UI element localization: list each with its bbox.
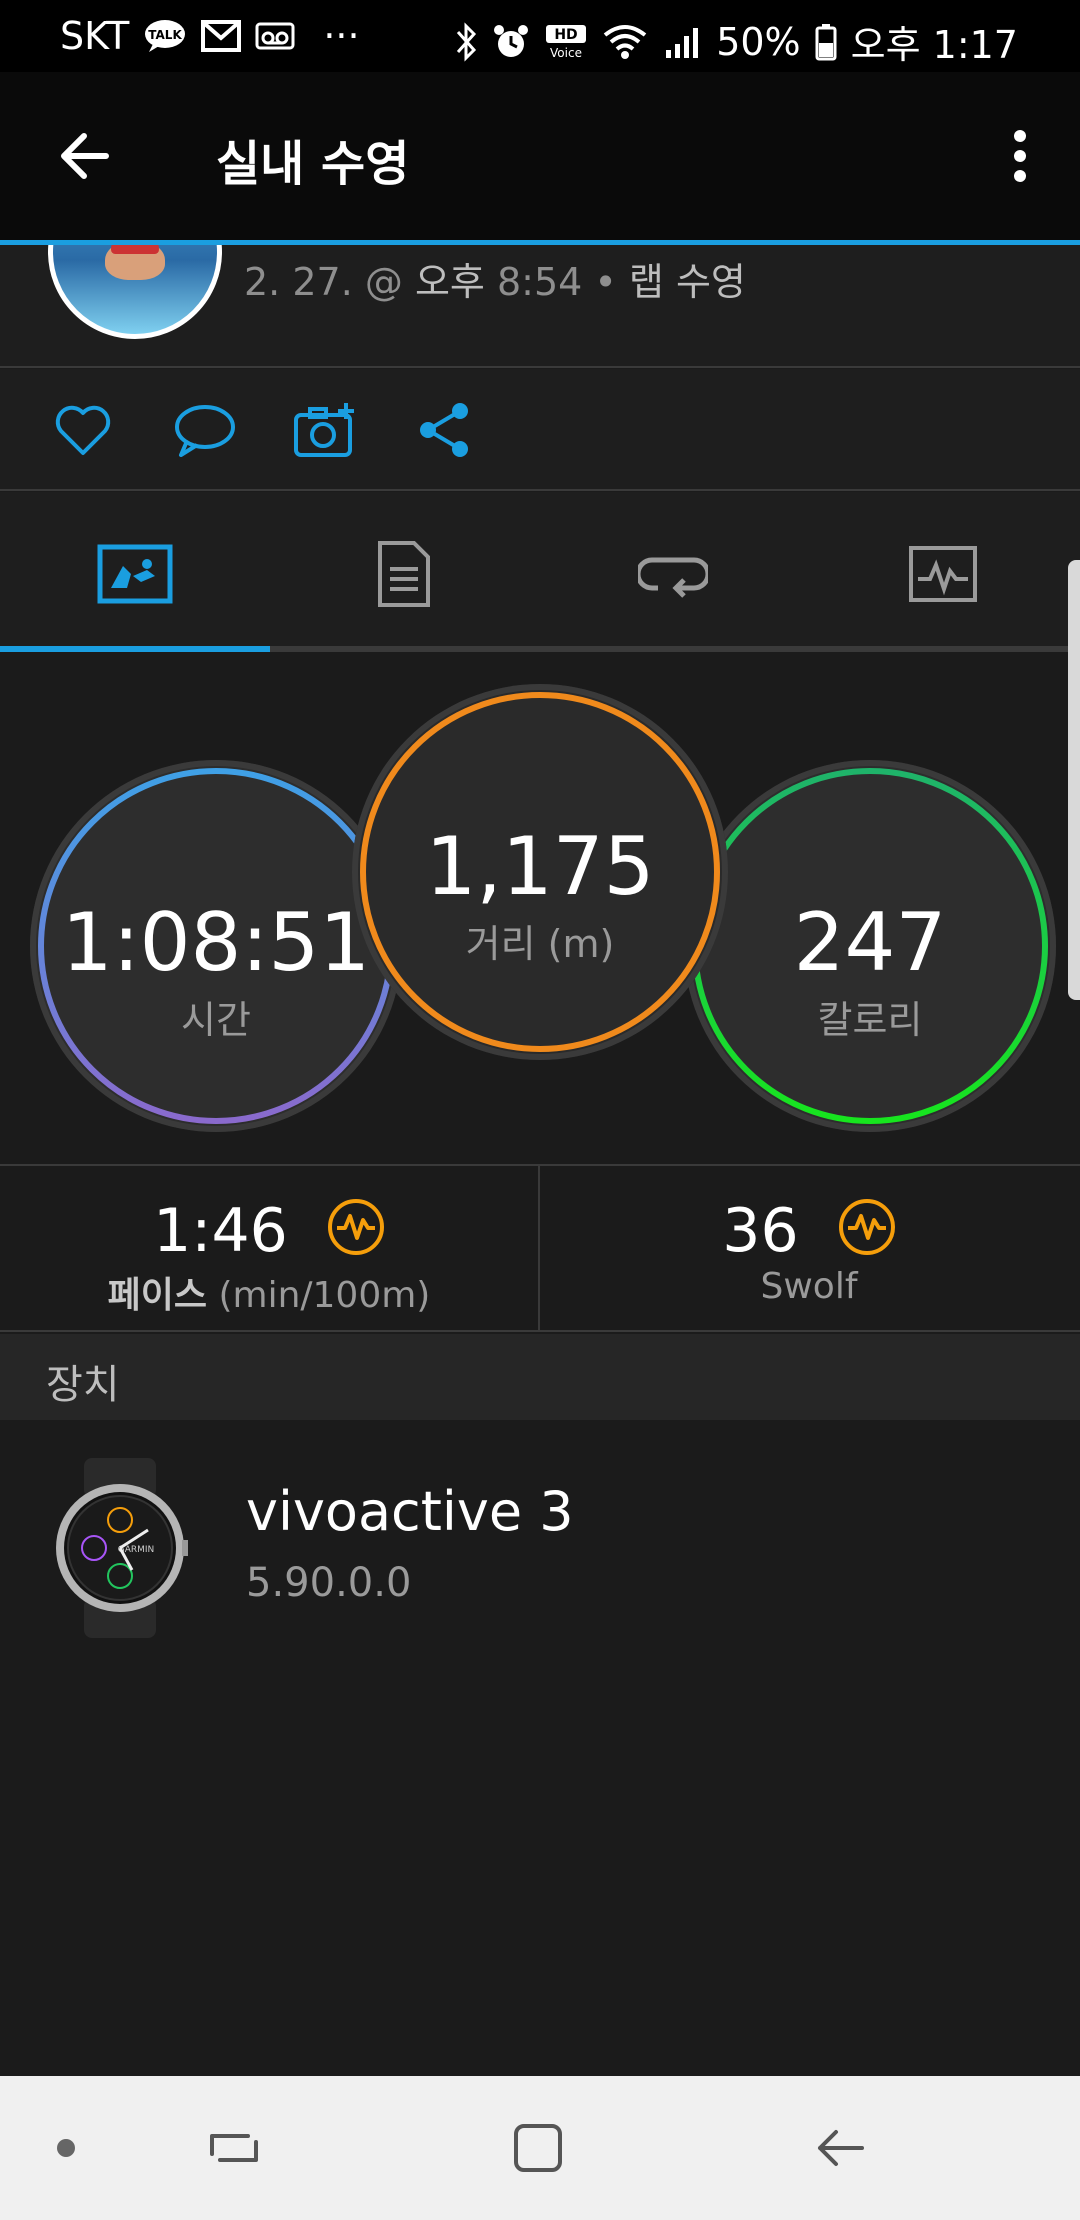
action-row bbox=[0, 369, 1080, 489]
bluetooth-icon bbox=[454, 21, 478, 62]
divider bbox=[0, 1330, 1080, 1332]
battery-icon bbox=[815, 23, 837, 61]
swolf-label: Swolf bbox=[760, 1266, 858, 1307]
pace-label: 페이스 bbox=[107, 1275, 208, 1316]
add-photo-camera-icon[interactable] bbox=[290, 395, 360, 465]
time-value: 1:08:51 bbox=[61, 896, 371, 989]
distance-value: 1,175 bbox=[425, 820, 655, 913]
pace-metric[interactable]: 1:46 페이스 (min/100m) bbox=[0, 1166, 538, 1332]
back-arrow-icon[interactable] bbox=[54, 124, 118, 188]
wifi-icon bbox=[602, 23, 648, 61]
voicemail-icon bbox=[255, 20, 295, 52]
metrics-row: 1:46 페이스 (min/100m) 36 Swolf bbox=[0, 1166, 1080, 1332]
signal-icon bbox=[662, 24, 702, 60]
pace-chart-icon bbox=[327, 1198, 385, 1271]
calorie-ring: 247 칼로리 bbox=[684, 760, 1056, 1132]
activity-date: 2. 27. @ bbox=[244, 260, 403, 304]
device-name: vivoactive 3 bbox=[246, 1480, 574, 1543]
tab-details-document-icon[interactable] bbox=[364, 534, 444, 614]
device-section-header: 장치 bbox=[0, 1334, 1080, 1420]
pace-value: 1:46 bbox=[153, 1196, 288, 1266]
comment-icon[interactable] bbox=[170, 395, 240, 465]
more-options-icon[interactable] bbox=[988, 124, 1052, 188]
hd-voice-icon: HD Voice bbox=[544, 23, 588, 61]
activity-time: 8:54 bbox=[496, 260, 583, 304]
activity-time-period: 오후 bbox=[414, 260, 485, 304]
swolf-metric[interactable]: 36 Swolf bbox=[540, 1166, 1078, 1332]
device-item[interactable]: GARMIN vivoactive 3 5.90.0.0 bbox=[0, 1420, 1080, 2080]
app-bar: 실내 수영 bbox=[0, 72, 1080, 242]
alarm-icon bbox=[492, 23, 530, 61]
time-ring: 1:08:51 시간 bbox=[30, 760, 402, 1132]
pace-unit: (min/100m) bbox=[218, 1275, 431, 1316]
home-icon[interactable] bbox=[506, 2116, 570, 2180]
watch-image: GARMIN bbox=[52, 1458, 188, 1638]
activity-header: 2. 27. @ 오후 8:54 • 랩 수영 bbox=[0, 245, 1080, 367]
kakaotalk-icon: TALK bbox=[143, 18, 187, 54]
swolf-chart-icon bbox=[838, 1198, 896, 1271]
distance-label: 거리 (m) bbox=[465, 922, 615, 966]
divider bbox=[0, 366, 1080, 368]
nav-dot-icon[interactable] bbox=[34, 2116, 98, 2180]
metrics-divider bbox=[538, 1166, 540, 1332]
swolf-value: 36 bbox=[722, 1196, 799, 1266]
tab-bar bbox=[0, 492, 1080, 652]
recent-apps-icon[interactable] bbox=[202, 2116, 266, 2180]
activity-photo[interactable] bbox=[48, 245, 222, 339]
time-label: 시간 bbox=[181, 998, 251, 1042]
carrier-label: SKT bbox=[60, 14, 130, 58]
clock: 오후 1:17 bbox=[850, 23, 1018, 67]
overflow-notifications: ··· bbox=[323, 14, 360, 58]
calorie-label: 칼로리 bbox=[817, 998, 923, 1042]
page-title: 실내 수영 bbox=[216, 136, 410, 192]
divider bbox=[0, 489, 1080, 491]
like-heart-icon[interactable] bbox=[48, 395, 118, 465]
distance-ring: 1,175 거리 (m) bbox=[352, 684, 728, 1060]
svg-text:Voice: Voice bbox=[550, 46, 582, 60]
tab-overview-swim-icon[interactable] bbox=[95, 534, 175, 614]
meta-separator: • bbox=[594, 260, 617, 304]
tab-charts-graph-icon[interactable] bbox=[903, 534, 983, 614]
activity-type: 랩 수영 bbox=[628, 260, 746, 304]
swim-cap bbox=[111, 245, 159, 254]
system-nav-bar bbox=[0, 2076, 1080, 2220]
section-title: 장치 bbox=[46, 1362, 120, 1408]
share-icon[interactable] bbox=[410, 395, 480, 465]
tab-laps-loop-icon[interactable] bbox=[633, 534, 713, 614]
battery-percent: 50% bbox=[716, 19, 801, 64]
svg-text:HD: HD bbox=[555, 27, 578, 43]
back-nav-icon[interactable] bbox=[808, 2116, 872, 2180]
gmail-icon bbox=[201, 20, 242, 52]
scroll-handle[interactable] bbox=[1068, 560, 1080, 1000]
summary-rings: 1:08:51 시간 247 칼로리 1,175 거리 (m) bbox=[0, 652, 1080, 1166]
activity-meta: 2. 27. @ 오후 8:54 • 랩 수영 bbox=[244, 251, 746, 306]
svg-text:TALK: TALK bbox=[149, 28, 183, 42]
status-bar: SKT TALK ··· HD Voice 50% 오후 1:17 bbox=[0, 0, 1080, 72]
device-version: 5.90.0.0 bbox=[246, 1560, 412, 1606]
calorie-value: 247 bbox=[793, 896, 947, 989]
